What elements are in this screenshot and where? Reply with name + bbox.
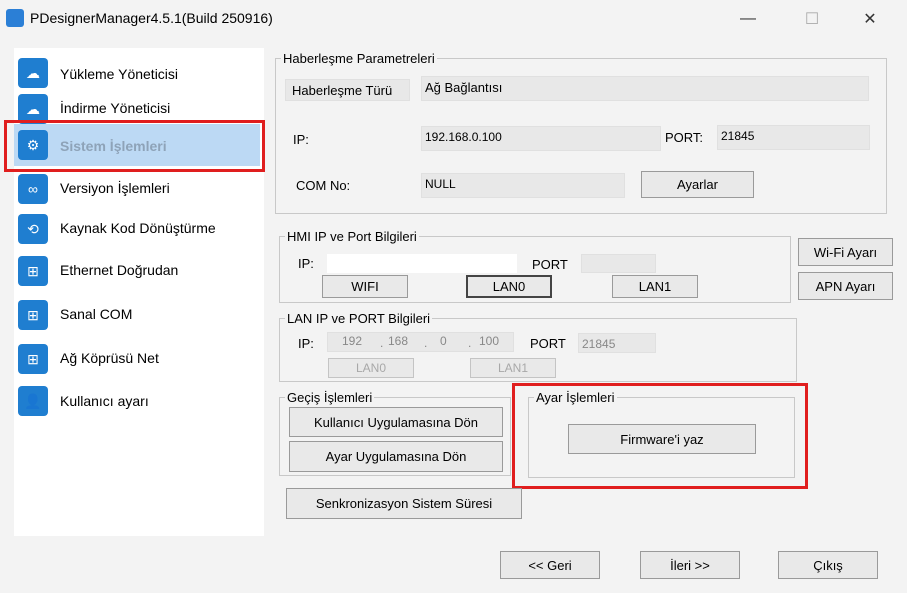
lan-port-field[interactable]: 21845: [578, 333, 656, 353]
next-button[interactable]: İleri >>: [640, 551, 740, 579]
lan-ip-dot: .: [380, 336, 384, 350]
hmi-ip-label: IP:: [298, 256, 314, 271]
sidebar-item-label: Versiyon İşlemleri: [60, 180, 170, 196]
lan-lan1-button[interactable]: LAN1: [470, 358, 556, 378]
lan0-button[interactable]: LAN0: [466, 275, 552, 298]
ip-label: IP:: [293, 132, 309, 147]
lan-ip-part: 192: [342, 334, 363, 348]
comm-type-field: Ağ Bağlantısı: [421, 76, 869, 101]
sidebar-item-virtual-com[interactable]: ⊞ Sanal COM Haberleşme: [14, 298, 264, 338]
settings-button[interactable]: Ayarlar: [641, 171, 754, 198]
settings-app-button[interactable]: Ayar Uygulamasına Dön: [289, 441, 503, 472]
hmi-port-field[interactable]: [581, 254, 656, 273]
sidebar-item-source-convert[interactable]: ⟲ Kaynak Kod Dönüştürme: [14, 212, 264, 252]
network-icon: ⊞: [18, 344, 48, 374]
group-title: Geçiş İşlemleri: [285, 390, 375, 405]
sync-system-time-button[interactable]: Senkronizasyon Sistem Süresi: [286, 488, 522, 519]
sidebar-item-ethernet-direct[interactable]: ⊞ Ethernet Doğrudan Geçiş Haberleşme: [14, 254, 264, 294]
port-label: PORT:: [665, 130, 704, 145]
close-button[interactable]: ✕: [848, 5, 892, 33]
sidebar-item-label: Sanal COM Haberleşme: [60, 306, 135, 324]
lan-lan0-button[interactable]: LAN0: [328, 358, 414, 378]
lan-ip-part: 100: [479, 334, 500, 348]
user-app-button[interactable]: Kullanıcı Uygulamasına Dön: [289, 407, 503, 437]
sidebar-item-user-settings[interactable]: 👤 Kullanıcı ayarı: [14, 384, 264, 424]
wifi-button[interactable]: WIFI: [322, 275, 408, 298]
com-no-field[interactable]: NULL: [421, 173, 625, 198]
lan1-button[interactable]: LAN1: [612, 275, 698, 298]
sidebar-item-label: Kaynak Kod Dönüştürme: [60, 220, 216, 236]
highlight-box-settings: [512, 383, 808, 489]
network-icon: ⊞: [18, 256, 48, 286]
sidebar-item-version-ops[interactable]: ∞ Versiyon İşlemleri: [14, 174, 264, 214]
cloud-upload-icon: ☁: [18, 58, 48, 88]
sidebar-item-label: İndirme Yöneticisi: [60, 100, 171, 116]
hmi-port-label: PORT: [532, 257, 568, 272]
apn-settings-button[interactable]: APN Ayarı: [798, 272, 893, 300]
sidebar-item-label: Ağ Köprüsü Net Geçiş: [60, 350, 159, 368]
lan-port-label: PORT: [530, 336, 566, 351]
lan-ip-part: 0: [440, 334, 447, 348]
group-title: LAN IP ve PORT Bilgileri: [285, 311, 433, 326]
minimize-button[interactable]: —: [726, 5, 770, 33]
port-field[interactable]: 21845: [717, 125, 870, 150]
window-title: PDesignerManager4.5.1(Build 250916): [30, 10, 273, 26]
lan-ip-dot: .: [468, 336, 472, 350]
lan-ip-label: IP:: [298, 336, 314, 351]
app-logo-icon: [6, 9, 24, 27]
network-icon: ⊞: [18, 300, 48, 330]
sidebar-item-upload-manager[interactable]: ☁ Yükleme Yöneticisi: [14, 54, 264, 94]
wifi-settings-button[interactable]: Wi-Fi Ayarı: [798, 238, 893, 266]
sidebar-item-net-bridge[interactable]: ⊞ Ağ Köprüsü Net Geçiş: [14, 342, 264, 382]
version-icon: ∞: [18, 174, 48, 204]
group-title: Haberleşme Parametreleri: [281, 51, 437, 66]
maximize-button[interactable]: ☐: [790, 5, 834, 33]
group-title: HMI IP ve Port Bilgileri: [285, 229, 419, 244]
hmi-ip-field[interactable]: [327, 254, 517, 273]
sidebar-item-label: Ethernet Doğrudan Geçiş Haberleşme: [60, 262, 179, 280]
com-no-label: COM No:: [296, 178, 351, 193]
share-icon: ⟲: [18, 214, 48, 244]
ip-field[interactable]: 192.168.0.100: [421, 126, 661, 151]
sidebar-item-label: Kullanıcı ayarı: [60, 393, 149, 409]
sidebar-item-label: Yükleme Yöneticisi: [60, 66, 179, 82]
comm-type-label: Haberleşme Türü: [285, 79, 410, 101]
highlight-box-sidebar: [4, 120, 265, 172]
exit-button[interactable]: Çıkış: [778, 551, 878, 579]
user-settings-icon: 👤: [18, 386, 48, 416]
back-button[interactable]: << Geri: [500, 551, 600, 579]
lan-ip-part: 168: [388, 334, 409, 348]
lan-ip-dot: .: [424, 336, 428, 350]
